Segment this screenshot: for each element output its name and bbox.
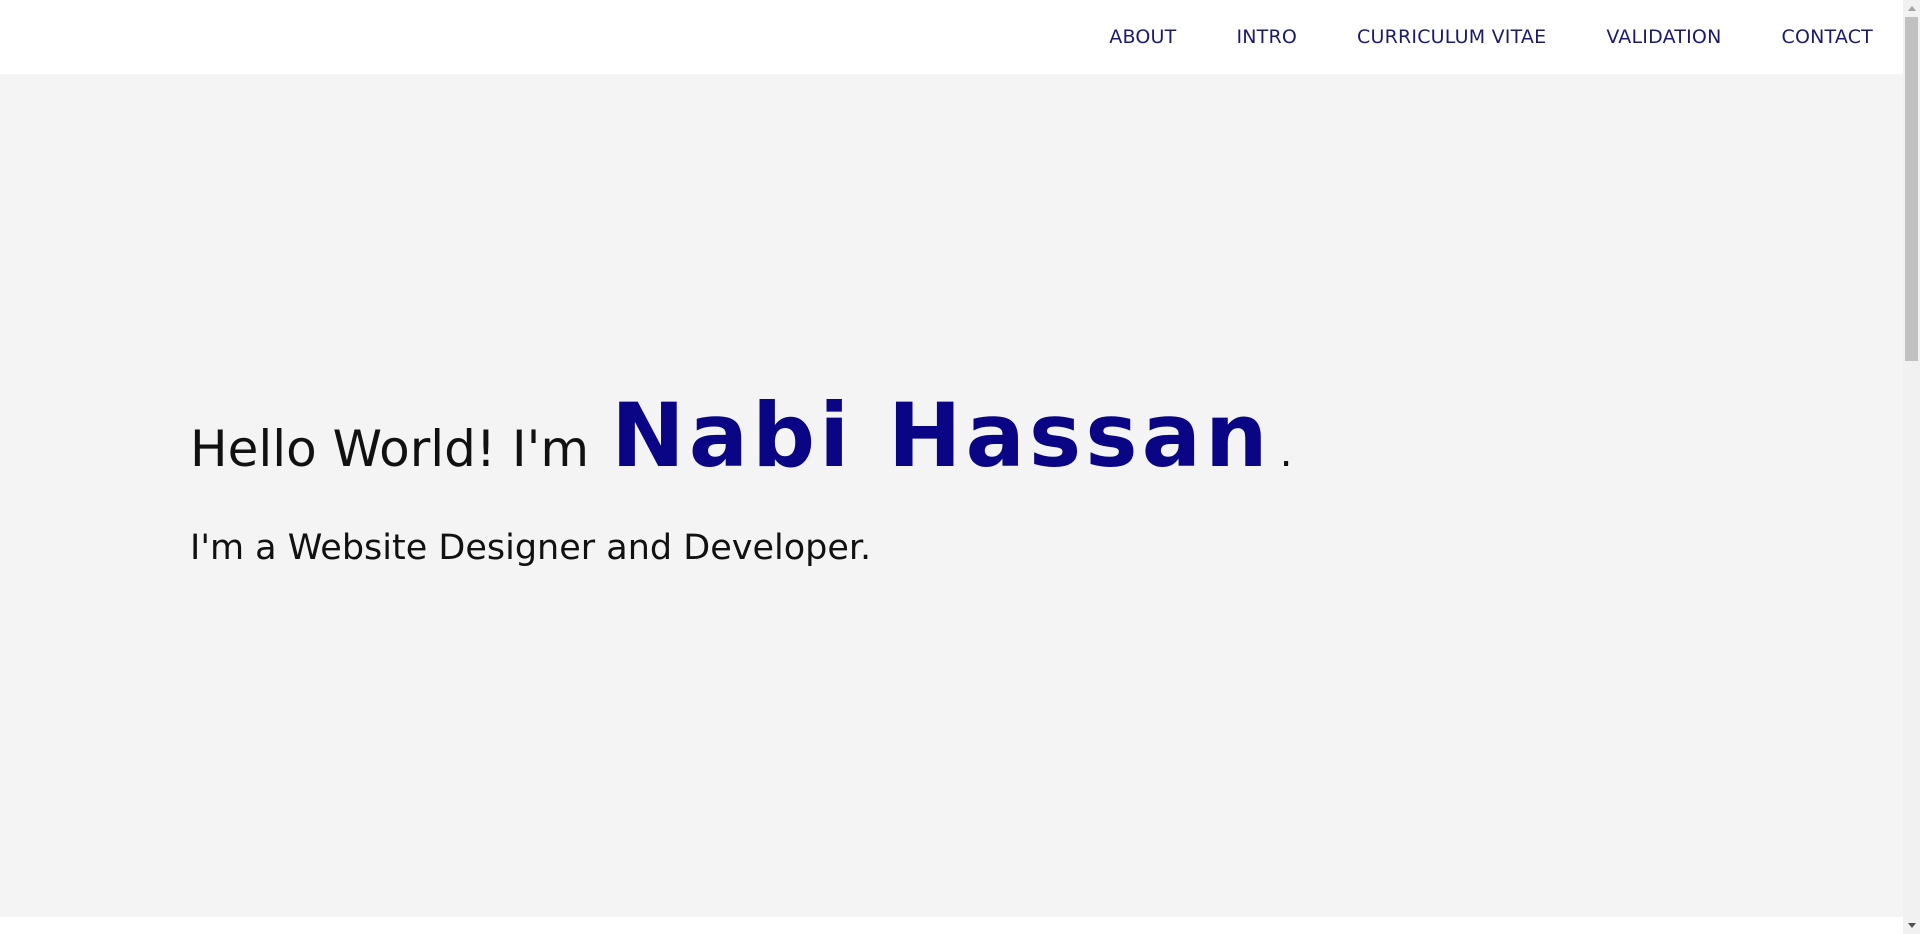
hero-greeting: Hello World! I'm [190,420,590,478]
nav-link-about[interactable]: ABOUT [1109,26,1176,48]
hero-subtitle: I'm a Website Designer and Developer. [190,528,872,568]
page-content: ABOUT INTRO CURRICULUM VITAE VALIDATION … [0,0,1903,934]
nav-link-contact[interactable]: CONTACT [1781,26,1873,48]
page: ABOUT INTRO CURRICULUM VITAE VALIDATION … [0,0,1920,934]
navbar: ABOUT INTRO CURRICULUM VITAE VALIDATION … [0,0,1903,74]
hero-period: . [1279,430,1293,476]
scrollbar-thumb[interactable] [1905,17,1918,361]
hero-section: Hello World! I'm Nabi Hassan . I'm a Web… [0,74,1903,917]
hero-heading: Hello World! I'm Nabi Hassan . [190,392,1292,480]
next-section-edge [0,917,1903,934]
nav-link-validation[interactable]: VALIDATION [1606,26,1721,48]
hero-name: Nabi Hassan [611,384,1272,487]
vertical-scrollbar[interactable] [1903,0,1920,934]
nav-link-intro[interactable]: INTRO [1236,26,1297,48]
scroll-down-arrow-icon[interactable] [1903,917,1920,934]
scroll-up-arrow-icon[interactable] [1903,0,1920,17]
nav-link-curriculum-vitae[interactable]: CURRICULUM VITAE [1357,26,1546,48]
nav-links: ABOUT INTRO CURRICULUM VITAE VALIDATION … [1109,0,1873,74]
